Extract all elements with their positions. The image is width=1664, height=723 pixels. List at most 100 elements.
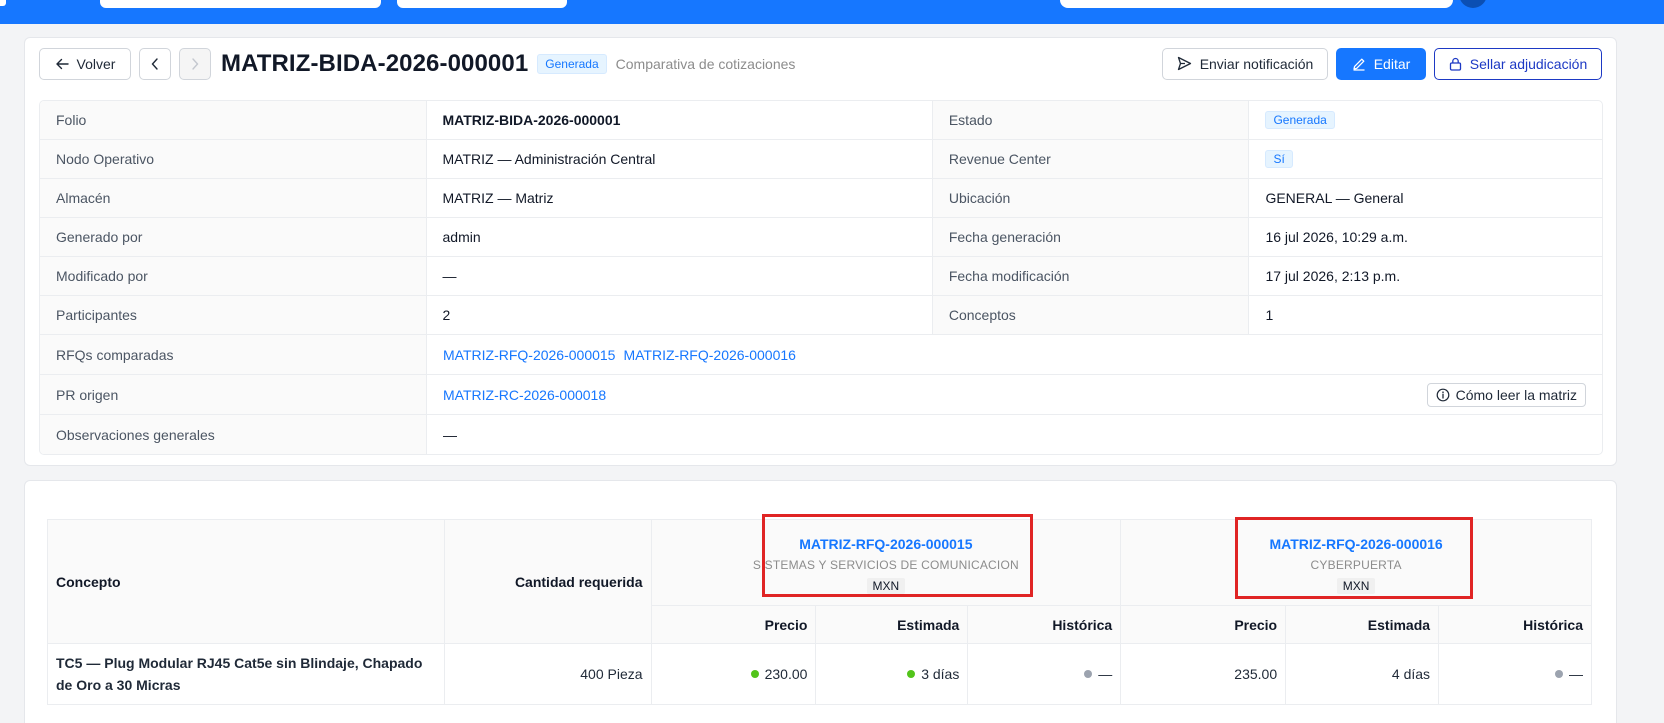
avatar[interactable] (1459, 0, 1487, 8)
fecha-modificacion-label: Fecha modificación (932, 257, 1250, 295)
almacen-label: Almacén (40, 179, 427, 217)
pr-value: MATRIZ-RC-2026-000018 Cómo leer la matri… (427, 375, 1602, 414)
fecha-generacion-value: 16 jul 2026, 10:29 a.m. (1265, 229, 1408, 245)
chevron-right-icon (190, 57, 200, 71)
currency-badge-2: MXN (1336, 577, 1376, 594)
supplier-header-1: MATRIZ-RFQ-2026-000015 SISTEMAS Y SERVIC… (650, 519, 1122, 606)
page-header: Volver MATRIZ-BIDA-2026-000001 Generada … (39, 47, 1602, 80)
detail-row: Folio MATRIZ-BIDA-2026-000001 Estado Gen… (40, 101, 1602, 140)
observaciones-value: — (443, 426, 457, 443)
estado-label: Estado (932, 101, 1250, 139)
supplier1-estimated: 3 días (921, 666, 960, 682)
supplier-name-1: SISTEMAS Y SERVICIOS DE COMUNICACION (752, 557, 1019, 572)
supplier1-price: 230.00 (764, 666, 808, 682)
best-indicator-icon (750, 670, 759, 679)
navbar-select-2[interactable] (397, 0, 567, 8)
arrow-left-icon (55, 57, 69, 71)
detail-row: RFQs comparadas MATRIZ-RFQ-2026-000015 M… (40, 335, 1602, 375)
participantes-value: 2 (427, 296, 933, 334)
price-column-header: Precio (650, 605, 817, 644)
concept-column-header: Concepto (47, 519, 445, 644)
info-icon (1436, 388, 1450, 402)
generado-value: admin (427, 218, 933, 256)
supplier1-estimated-cell: 3 días (815, 643, 969, 705)
supplier-rfq-link-2[interactable]: MATRIZ-RFQ-2026-000016 (1121, 536, 1591, 552)
detail-row: Almacén MATRIZ — Matriz Ubicación GENERA… (40, 179, 1602, 218)
how-to-read-label: Cómo leer la matriz (1455, 386, 1577, 403)
rfq-link-1[interactable]: MATRIZ-RFQ-2026-000015 (443, 347, 615, 363)
almacen-value: MATRIZ — Matriz (427, 179, 933, 217)
page-title: MATRIZ-BIDA-2026-000001 (221, 49, 529, 77)
revenue-label: Revenue Center (932, 140, 1250, 178)
comparison-matrix-table: Concepto Cantidad requerida MATRIZ-RFQ-2… (47, 519, 1592, 705)
detail-row: Modificado por — Fecha modificación 17 j… (40, 257, 1602, 296)
observaciones-label: Observaciones generales (40, 415, 427, 454)
nodo-value: MATRIZ — Administración Central (427, 140, 933, 178)
supplier2-estimated-cell: 4 días (1285, 643, 1440, 705)
matrix-detail-card: Volver MATRIZ-BIDA-2026-000001 Generada … (24, 37, 1617, 466)
next-record-button[interactable] (179, 47, 211, 80)
page-subtitle: Comparativa de cotizaciones (615, 55, 796, 72)
status-badge: Generada (537, 53, 607, 74)
neutral-indicator-icon (1084, 670, 1093, 679)
back-button[interactable]: Volver (39, 47, 131, 80)
chevron-left-icon (150, 57, 160, 71)
send-icon (1177, 56, 1192, 71)
folio-value: MATRIZ-BIDA-2026-000001 (427, 101, 933, 139)
ubicacion-value: GENERAL — General (1265, 190, 1404, 206)
pr-label: PR origen (40, 375, 427, 414)
nodo-label: Nodo Operativo (40, 140, 427, 178)
detail-row: Nodo Operativo MATRIZ — Administración C… (40, 140, 1602, 179)
neutral-indicator-icon (1555, 670, 1563, 679)
revenue-badge: Sí (1265, 150, 1293, 168)
edit-button[interactable]: Editar (1336, 47, 1426, 80)
concept-cell: TC5 — Plug Modular RJ45 Cat5e sin Blinda… (47, 643, 445, 705)
supplier-rfq-link-1[interactable]: MATRIZ-RFQ-2026-000015 (652, 536, 1121, 552)
detail-row: PR origen MATRIZ-RC-2026-000018 Cómo lee… (40, 375, 1602, 415)
best-indicator-icon (907, 670, 916, 679)
fecha-modificacion-value: 17 jul 2026, 2:13 p.m. (1265, 268, 1401, 284)
supplier2-historical: — (1569, 666, 1583, 682)
estado-badge: Generada (1265, 111, 1335, 129)
supplier-header-2: MATRIZ-RFQ-2026-000016 CYBERPUERTA MXN (1120, 519, 1592, 606)
historical-column-header: Histórica (967, 605, 1122, 644)
ubicacion-label: Ubicación (932, 179, 1250, 217)
lock-icon (1449, 57, 1462, 71)
quantity-column-header: Cantidad requerida (443, 519, 652, 644)
rfq-link-2[interactable]: MATRIZ-RFQ-2026-000016 (623, 347, 795, 363)
supplier-name-2: CYBERPUERTA (1310, 557, 1402, 572)
supplier1-price-cell: 230.00 (650, 643, 817, 705)
historical-column-header: Histórica (1438, 605, 1592, 644)
comparison-matrix-card: Concepto Cantidad requerida MATRIZ-RFQ-2… (24, 480, 1617, 723)
edit-button-label: Editar (1373, 55, 1411, 72)
estado-value: Generada (1249, 101, 1602, 139)
modificado-value: — (427, 257, 933, 295)
pr-link[interactable]: MATRIZ-RC-2026-000018 (443, 387, 606, 403)
rfqs-label: RFQs comparadas (40, 335, 427, 374)
price-column-header: Precio (1120, 605, 1287, 644)
participantes-label: Participantes (40, 296, 427, 334)
detail-row: Generado por admin Fecha generación 16 j… (40, 218, 1602, 257)
back-button-label: Volver (76, 55, 116, 72)
detail-row: Participantes 2 Conceptos 1 (40, 296, 1602, 335)
header-actions: Enviar notificación Editar Sellar adjudi… (1162, 47, 1602, 80)
estimated-column-header: Estimada (1285, 605, 1440, 644)
quantity-cell: 400 Pieza (443, 643, 652, 705)
seal-award-label: Sellar adjudicación (1469, 55, 1588, 72)
how-to-read-button[interactable]: Cómo leer la matriz (1426, 382, 1586, 407)
detail-row: Observaciones generales — (40, 415, 1602, 454)
estimated-column-header: Estimada (815, 605, 969, 644)
conceptos-label: Conceptos (932, 296, 1250, 334)
send-notification-button[interactable]: Enviar notificación (1162, 47, 1328, 80)
previous-record-button[interactable] (139, 47, 171, 80)
rfqs-value: MATRIZ-RFQ-2026-000015 MATRIZ-RFQ-2026-0… (427, 335, 1602, 374)
details-table: Folio MATRIZ-BIDA-2026-000001 Estado Gen… (39, 100, 1603, 455)
supplier2-price-cell: 235.00 (1120, 643, 1287, 705)
table-row: TC5 — Plug Modular RJ45 Cat5e sin Blinda… (47, 643, 1592, 705)
seal-award-button[interactable]: Sellar adjudicación (1434, 47, 1602, 80)
pencil-icon (1352, 57, 1366, 71)
navbar-select-1[interactable] (100, 0, 381, 8)
revenue-value: Sí (1249, 140, 1602, 178)
app-logo[interactable] (0, 0, 6, 6)
navbar-search-input[interactable] (1060, 0, 1453, 8)
